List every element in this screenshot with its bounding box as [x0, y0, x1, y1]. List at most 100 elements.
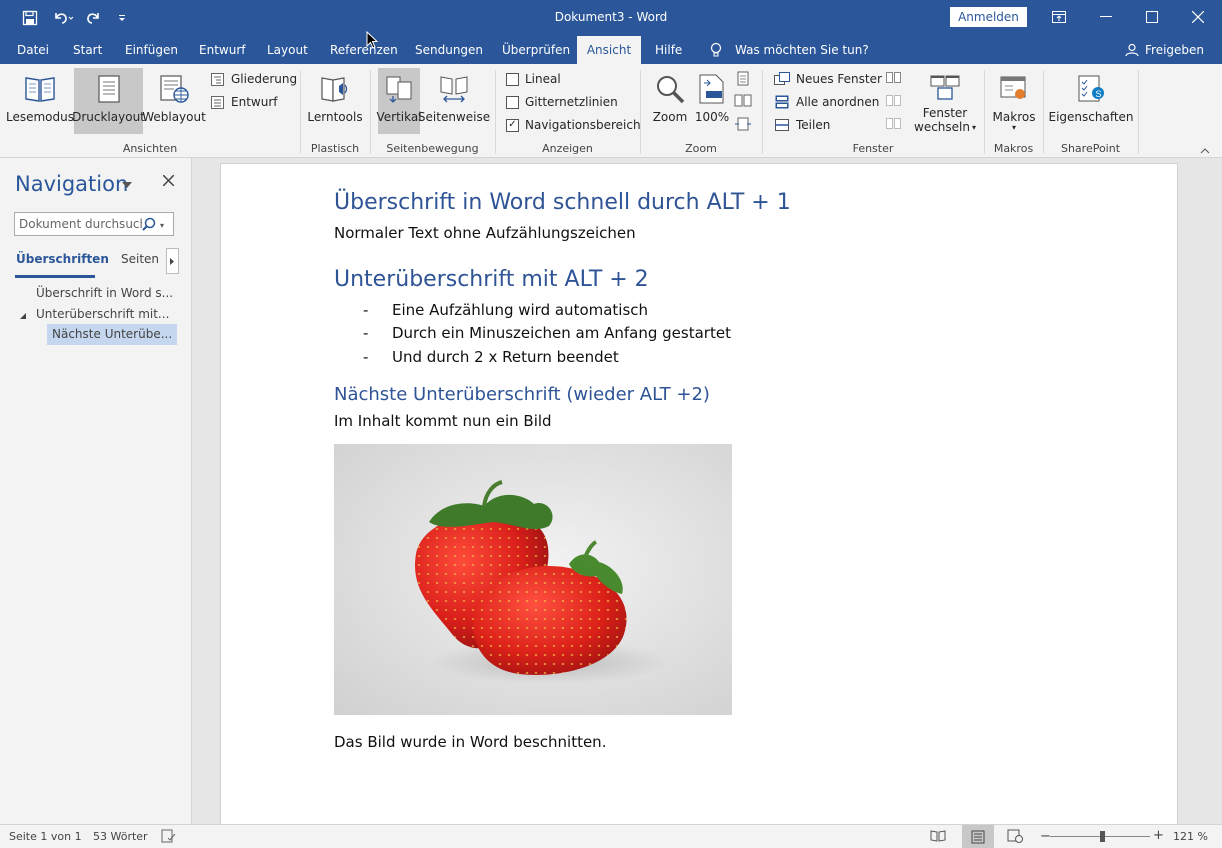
status-bar: Seite 1 von 1 53 Wörter − + 121 %	[0, 824, 1222, 848]
tell-me-search[interactable]: Was möchten Sie tun?	[731, 36, 873, 64]
tab-referenzen[interactable]: Referenzen	[326, 36, 402, 64]
learning-tools-icon	[319, 68, 351, 110]
vertikal-button[interactable]: Vertikal	[376, 68, 422, 134]
fenster-wechseln-label-1: Fenster	[922, 106, 968, 120]
lineal-checkbox-box[interactable]	[506, 72, 519, 86]
eigenschaften-button[interactable]: S Eigenschaften	[1048, 68, 1134, 134]
read-mode-icon	[24, 68, 56, 110]
strawberry-image[interactable]	[334, 444, 732, 715]
tab-headings[interactable]: Überschriften	[16, 252, 109, 266]
drucklayout-button[interactable]: Drucklayout	[72, 68, 145, 134]
synchronous-scrolling-icon[interactable]	[886, 94, 902, 111]
maximize-icon[interactable]	[1129, 0, 1175, 34]
tab-hilfe[interactable]: Hilfe	[651, 36, 686, 64]
zoom-in-icon[interactable]: +	[1153, 828, 1164, 843]
document-page[interactable]: Überschrift in Word schnell durch ALT + …	[220, 163, 1178, 843]
lerntools-button[interactable]: Lerntools	[305, 68, 365, 134]
active-tab-indicator	[15, 275, 95, 278]
minimize-icon[interactable]	[1083, 0, 1129, 34]
tab-layout[interactable]: Layout	[263, 36, 312, 64]
web-layout-icon	[158, 68, 190, 110]
page-width-icon[interactable]	[735, 117, 751, 134]
ribbon-tab-bar: Datei Start Einfügen Entwurf Layout Refe…	[0, 36, 1222, 64]
gliederung-button[interactable]: Gliederung	[209, 69, 297, 89]
zoom-100-button[interactable]: 100%	[694, 68, 730, 134]
entwurf-button[interactable]: Entwurf	[209, 92, 277, 112]
signin-button[interactable]: Anmelden	[950, 7, 1027, 27]
tab-start[interactable]: Start	[69, 36, 106, 64]
one-page-icon[interactable]	[736, 71, 750, 90]
switch-windows-icon	[929, 68, 961, 106]
tab-einfuegen[interactable]: Einfügen	[121, 36, 182, 64]
share-button[interactable]: Freigeben	[1141, 36, 1208, 64]
tab-ansicht[interactable]: Ansicht	[577, 36, 641, 64]
dropdown-arrow-icon: ▾	[971, 122, 976, 132]
zoom-button[interactable]: Zoom	[648, 68, 692, 134]
nav-heading-item[interactable]: Unterüberschrift mit...	[36, 307, 169, 321]
nav-close-icon[interactable]	[162, 174, 175, 189]
gitternetzlinien-checkbox-box[interactable]	[506, 95, 519, 109]
tab-sendungen[interactable]: Sendungen	[411, 36, 487, 64]
tab-ueberpruefen[interactable]: Überprüfen	[498, 36, 574, 64]
close-icon[interactable]	[1175, 0, 1221, 34]
paragraph: Im Inhalt kommt nun ein Bild	[334, 412, 552, 430]
read-mode-view-icon[interactable]	[930, 829, 946, 846]
gliederung-label: Gliederung	[231, 72, 298, 86]
lesemodus-button[interactable]: Lesemodus	[6, 68, 74, 134]
neues-fenster-button[interactable]: Neues Fenster	[774, 69, 882, 89]
navigation-pane: Navigation Dokument durchsuchen ▾ Übersc…	[0, 158, 192, 824]
fenster-wechseln-label-2: wechseln	[914, 120, 970, 134]
search-button[interactable]: ▾	[142, 216, 172, 234]
ribbon-display-options-icon[interactable]	[1036, 0, 1082, 34]
alle-anordnen-label: Alle anordnen	[796, 95, 880, 109]
group-label-sharepoint: SharePoint	[1060, 142, 1121, 155]
multiple-pages-icon[interactable]	[734, 94, 752, 111]
page-count[interactable]: Seite 1 von 1	[9, 830, 82, 843]
eigenschaften-label: Eigenschaften	[1048, 110, 1134, 124]
zoom-level[interactable]: 121 %	[1173, 830, 1208, 843]
alle-anordnen-button[interactable]: Alle anordnen	[774, 92, 879, 112]
word-count[interactable]: 53 Wörter	[93, 830, 148, 843]
side-to-side-icon	[438, 68, 470, 110]
web-layout-view-icon[interactable]	[1007, 829, 1023, 846]
tab-pages[interactable]: Seiten	[121, 252, 159, 266]
macros-icon	[998, 68, 1030, 110]
tab-datei[interactable]: Datei	[13, 36, 53, 64]
vertikal-label: Vertikal	[376, 110, 422, 124]
vertical-scrollbar[interactable]	[1210, 158, 1222, 824]
group-label-zoom: Zoom	[685, 142, 717, 155]
dropdown-arrow-icon: ▾	[1011, 123, 1016, 132]
checkmark-icon[interactable]: ✓	[506, 118, 519, 132]
weblayout-button[interactable]: Weblayout	[142, 68, 206, 134]
search-icon	[142, 217, 156, 234]
image-caption-paragraph: Das Bild wurde in Word beschnitten.	[334, 733, 607, 751]
neues-fenster-label: Neues Fenster	[796, 72, 882, 86]
reset-window-position-icon[interactable]	[886, 117, 902, 134]
proofing-icon[interactable]	[161, 829, 177, 846]
chevron-down-icon: ▾	[160, 220, 165, 230]
nav-options-dropdown-icon[interactable]	[122, 178, 132, 192]
nav-heading-item[interactable]: Überschrift in Word s...	[36, 286, 173, 300]
print-layout-view-icon[interactable]	[962, 825, 994, 848]
navigation-title: Navigation	[15, 172, 129, 196]
fenster-wechseln-button[interactable]: Fenster wechseln ▾	[910, 68, 980, 134]
gitternetzlinien-checkbox[interactable]: Gitternetzlinien	[506, 92, 618, 112]
side-by-side-icon[interactable]	[886, 71, 902, 88]
tab-entwurf[interactable]: Entwurf	[195, 36, 249, 64]
list-item: Durch ein Minuszeichen am Anfang gestart…	[392, 324, 731, 342]
collapse-ribbon-icon[interactable]	[1200, 144, 1210, 158]
makros-button[interactable]: Makros ▾	[988, 68, 1040, 134]
group-label-plastisch: Plastisch	[310, 142, 360, 155]
seitenweise-button[interactable]: Seitenweise	[418, 68, 490, 134]
nav-heading-item-selected[interactable]: Nächste Unterübe...	[47, 324, 178, 345]
expand-collapse-icon[interactable]	[19, 309, 27, 323]
share-person-icon[interactable]	[1125, 43, 1139, 60]
teilen-button[interactable]: Teilen	[774, 115, 830, 135]
nav-tab-scroll-right-icon[interactable]	[166, 248, 179, 274]
zoom-slider-thumb[interactable]	[1100, 831, 1105, 842]
title-bar: Dokument3 - Word Anmelden	[0, 0, 1222, 36]
navigationsbereich-checkbox[interactable]: ✓ Navigationsbereich	[506, 115, 641, 135]
gitternetzlinien-label: Gitternetzlinien	[525, 95, 618, 109]
outline-icon	[209, 71, 225, 87]
lineal-checkbox[interactable]: Lineal	[506, 69, 561, 89]
